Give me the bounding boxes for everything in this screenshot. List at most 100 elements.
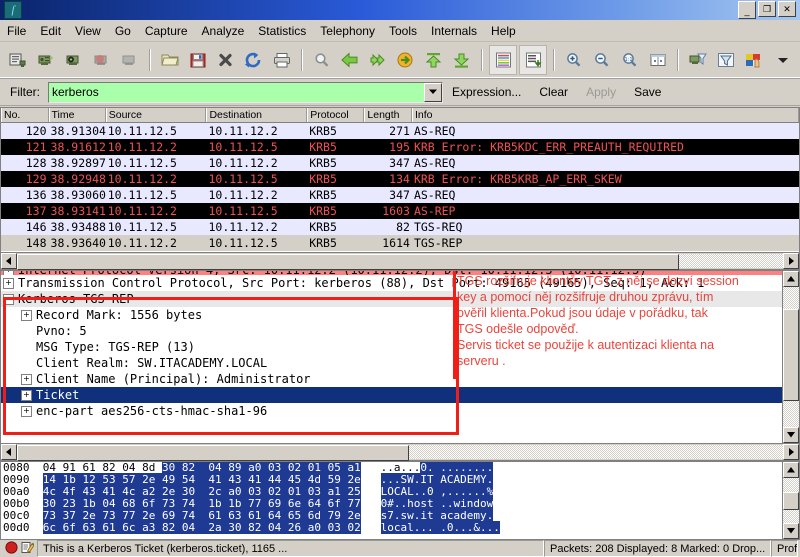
status-profile[interactable]: Profile: Default (771, 540, 798, 557)
go-forward-icon[interactable] (365, 46, 391, 74)
expand-icon[interactable]: + (3, 277, 14, 289)
detail-line-5[interactable]: MSG Type: TGS-REP (13) (1, 339, 782, 355)
detail-line-1[interactable]: + Transmission Control Protocol, Src Port… (1, 275, 782, 291)
expand-icon[interactable]: + (21, 389, 32, 401)
filter-input[interactable] (49, 82, 424, 102)
filter-apply-button[interactable]: Apply (577, 85, 625, 99)
column-header-destination[interactable]: Destination (206, 108, 308, 122)
column-header-source[interactable]: Source (106, 108, 207, 122)
menu-capture[interactable]: Capture (138, 22, 195, 40)
colorize-icon[interactable] (489, 45, 517, 75)
auto-scroll-icon[interactable] (519, 45, 547, 75)
go-first-packet-icon[interactable] (421, 46, 447, 74)
detail-line-2[interactable]: - Kerberos TGS-REP (1, 291, 782, 307)
open-file-icon[interactable] (157, 46, 183, 74)
collapse-icon[interactable]: - (3, 293, 14, 305)
zoom-out-icon[interactable] (589, 46, 615, 74)
expand-icon[interactable]: + (21, 309, 32, 321)
packet-list-hscrollbar[interactable] (0, 253, 800, 270)
column-header-time[interactable]: Time (49, 108, 106, 122)
details-scroll-down-button[interactable] (783, 427, 799, 443)
restore-button[interactable]: ❐ (758, 1, 776, 17)
packet-row-128[interactable]: 12838.928970010.11.12.5 10.11.12.2 KRB5 347… (1, 155, 799, 171)
packet-row-136[interactable]: 13638.930607010.11.12.5 10.11.12.2 KRB5 347… (1, 187, 799, 203)
filter-field-wrapper[interactable] (48, 81, 443, 103)
minimize-button[interactable]: _ (738, 1, 756, 19)
menu-file[interactable]: File (0, 22, 33, 40)
hex-scroll-track[interactable] (783, 478, 799, 523)
menu-analyze[interactable]: Analyze (195, 22, 252, 40)
display-filters-icon[interactable] (713, 46, 739, 74)
resize-columns-icon[interactable] (645, 46, 671, 74)
packet-row-137[interactable]: 13738.931414010.11.12.2 10.11.12.5 KRB5 160… (1, 203, 799, 219)
menu-go[interactable]: Go (108, 22, 138, 40)
go-last-packet-icon[interactable] (449, 46, 475, 74)
filter-save-button[interactable]: Save (625, 85, 670, 99)
filter-history-dropdown[interactable] (424, 82, 442, 102)
filter-expression-button[interactable]: Expression... (443, 85, 530, 99)
filter-clear-button[interactable]: Clear (530, 85, 577, 99)
capture-filters-icon[interactable] (685, 46, 711, 74)
expand-icon[interactable]: + (21, 405, 32, 417)
packet-list-rows[interactable]: 12038.913040010.11.12.510.11.12.2KRB5271… (1, 123, 799, 252)
capture-options-icon[interactable] (33, 46, 59, 74)
packet-row-121[interactable]: 12138.916129010.11.12.2 10.11.12.5 KRB5 195… (1, 139, 799, 155)
hscroll-right-button[interactable] (783, 253, 799, 269)
detail-line-9[interactable]: + enc-part aes256-cts-hmac-sha1-96 (1, 403, 782, 419)
column-header-no[interactable]: No. (1, 108, 49, 122)
packet-row-146[interactable]: 14638.934882010.11.12.5 10.11.12.2 KRB5 82T… (1, 219, 799, 235)
packet-row-129[interactable]: 12938.929485010.11.12.2 10.11.12.5 KRB5 134… (1, 171, 799, 187)
column-header-length[interactable]: Length (364, 108, 412, 122)
close-file-icon[interactable] (213, 46, 239, 74)
menu-help[interactable]: Help (484, 22, 523, 40)
details-hscroll-left-button[interactable] (1, 444, 17, 460)
hex-row-00d0[interactable]: 00d0 6c 6f 63 61 6c a3 82 04 2a 30 82 04… (3, 521, 782, 534)
details-scroll-track[interactable] (783, 287, 799, 427)
reload-file-icon[interactable] (241, 46, 267, 74)
go-to-packet-icon[interactable] (393, 46, 419, 74)
menu-statistics[interactable]: Statistics (251, 22, 313, 40)
menu-internals[interactable]: Internals (424, 22, 484, 40)
save-file-icon[interactable] (185, 46, 211, 74)
detail-line-3[interactable]: + Record Mark: 1556 bytes (1, 307, 782, 323)
detail-line-7[interactable]: + Client Name (Principal): Administrator (1, 371, 782, 387)
start-capture-icon[interactable] (61, 46, 87, 74)
packet-details-tree[interactable]: +Internet Protocol Version 4, Src: 10.11… (1, 271, 782, 443)
hex-dump[interactable]: 0080 04 91 61 82 04 8d 30 82 04 89 a0 03… (1, 462, 782, 539)
packet-details-hscrollbar[interactable] (0, 444, 800, 461)
stop-capture-icon[interactable] (89, 46, 115, 74)
hex-vscrollbar[interactable] (782, 462, 799, 539)
details-scroll-thumb[interactable] (783, 309, 799, 401)
hex-scroll-down-button[interactable] (783, 523, 799, 539)
details-hscroll-right-button[interactable] (783, 444, 799, 460)
detail-line-6[interactable]: Client Realm: SW.ITACADEMY.LOCAL (1, 355, 782, 371)
hscroll-left-button[interactable] (1, 253, 17, 269)
hscroll-track[interactable] (17, 254, 783, 270)
menu-telephony[interactable]: Telephony (313, 22, 382, 40)
print-icon[interactable] (269, 46, 295, 74)
edit-note-icon[interactable] (21, 541, 35, 557)
expand-icon[interactable]: + (21, 373, 32, 385)
hscroll-thumb[interactable] (17, 254, 679, 270)
detail-line-8[interactable]: + Ticket (1, 387, 782, 403)
menu-edit[interactable]: Edit (33, 22, 68, 40)
red-circle-icon[interactable] (5, 540, 18, 557)
detail-line-4[interactable]: Pvno: 5 (1, 323, 782, 339)
go-back-icon[interactable] (337, 46, 363, 74)
details-hscroll-track[interactable] (17, 445, 783, 461)
toolbar-overflow-icon[interactable] (776, 53, 790, 67)
column-header-protocol[interactable]: Protocol (307, 108, 365, 122)
details-hscroll-thumb[interactable] (17, 445, 409, 461)
hex-scroll-thumb[interactable] (783, 492, 799, 510)
hex-scroll-up-button[interactable] (783, 462, 799, 478)
menu-view[interactable]: View (68, 22, 108, 40)
packet-row-120[interactable]: 12038.913040010.11.12.5 10.11.12.2 KRB5 271… (1, 123, 799, 139)
packet-row-148[interactable]: 14838.936402010.11.12.2 10.11.12.5 KRB5 161… (1, 235, 799, 251)
expand-icon[interactable]: + (3, 271, 14, 275)
close-button[interactable]: ✕ (778, 1, 796, 17)
column-header-info[interactable]: Info (412, 108, 799, 122)
menu-tools[interactable]: Tools (382, 22, 424, 40)
restart-capture-icon[interactable] (117, 46, 143, 74)
find-packet-icon[interactable] (309, 46, 335, 74)
coloring-rules-icon[interactable] (741, 46, 767, 74)
